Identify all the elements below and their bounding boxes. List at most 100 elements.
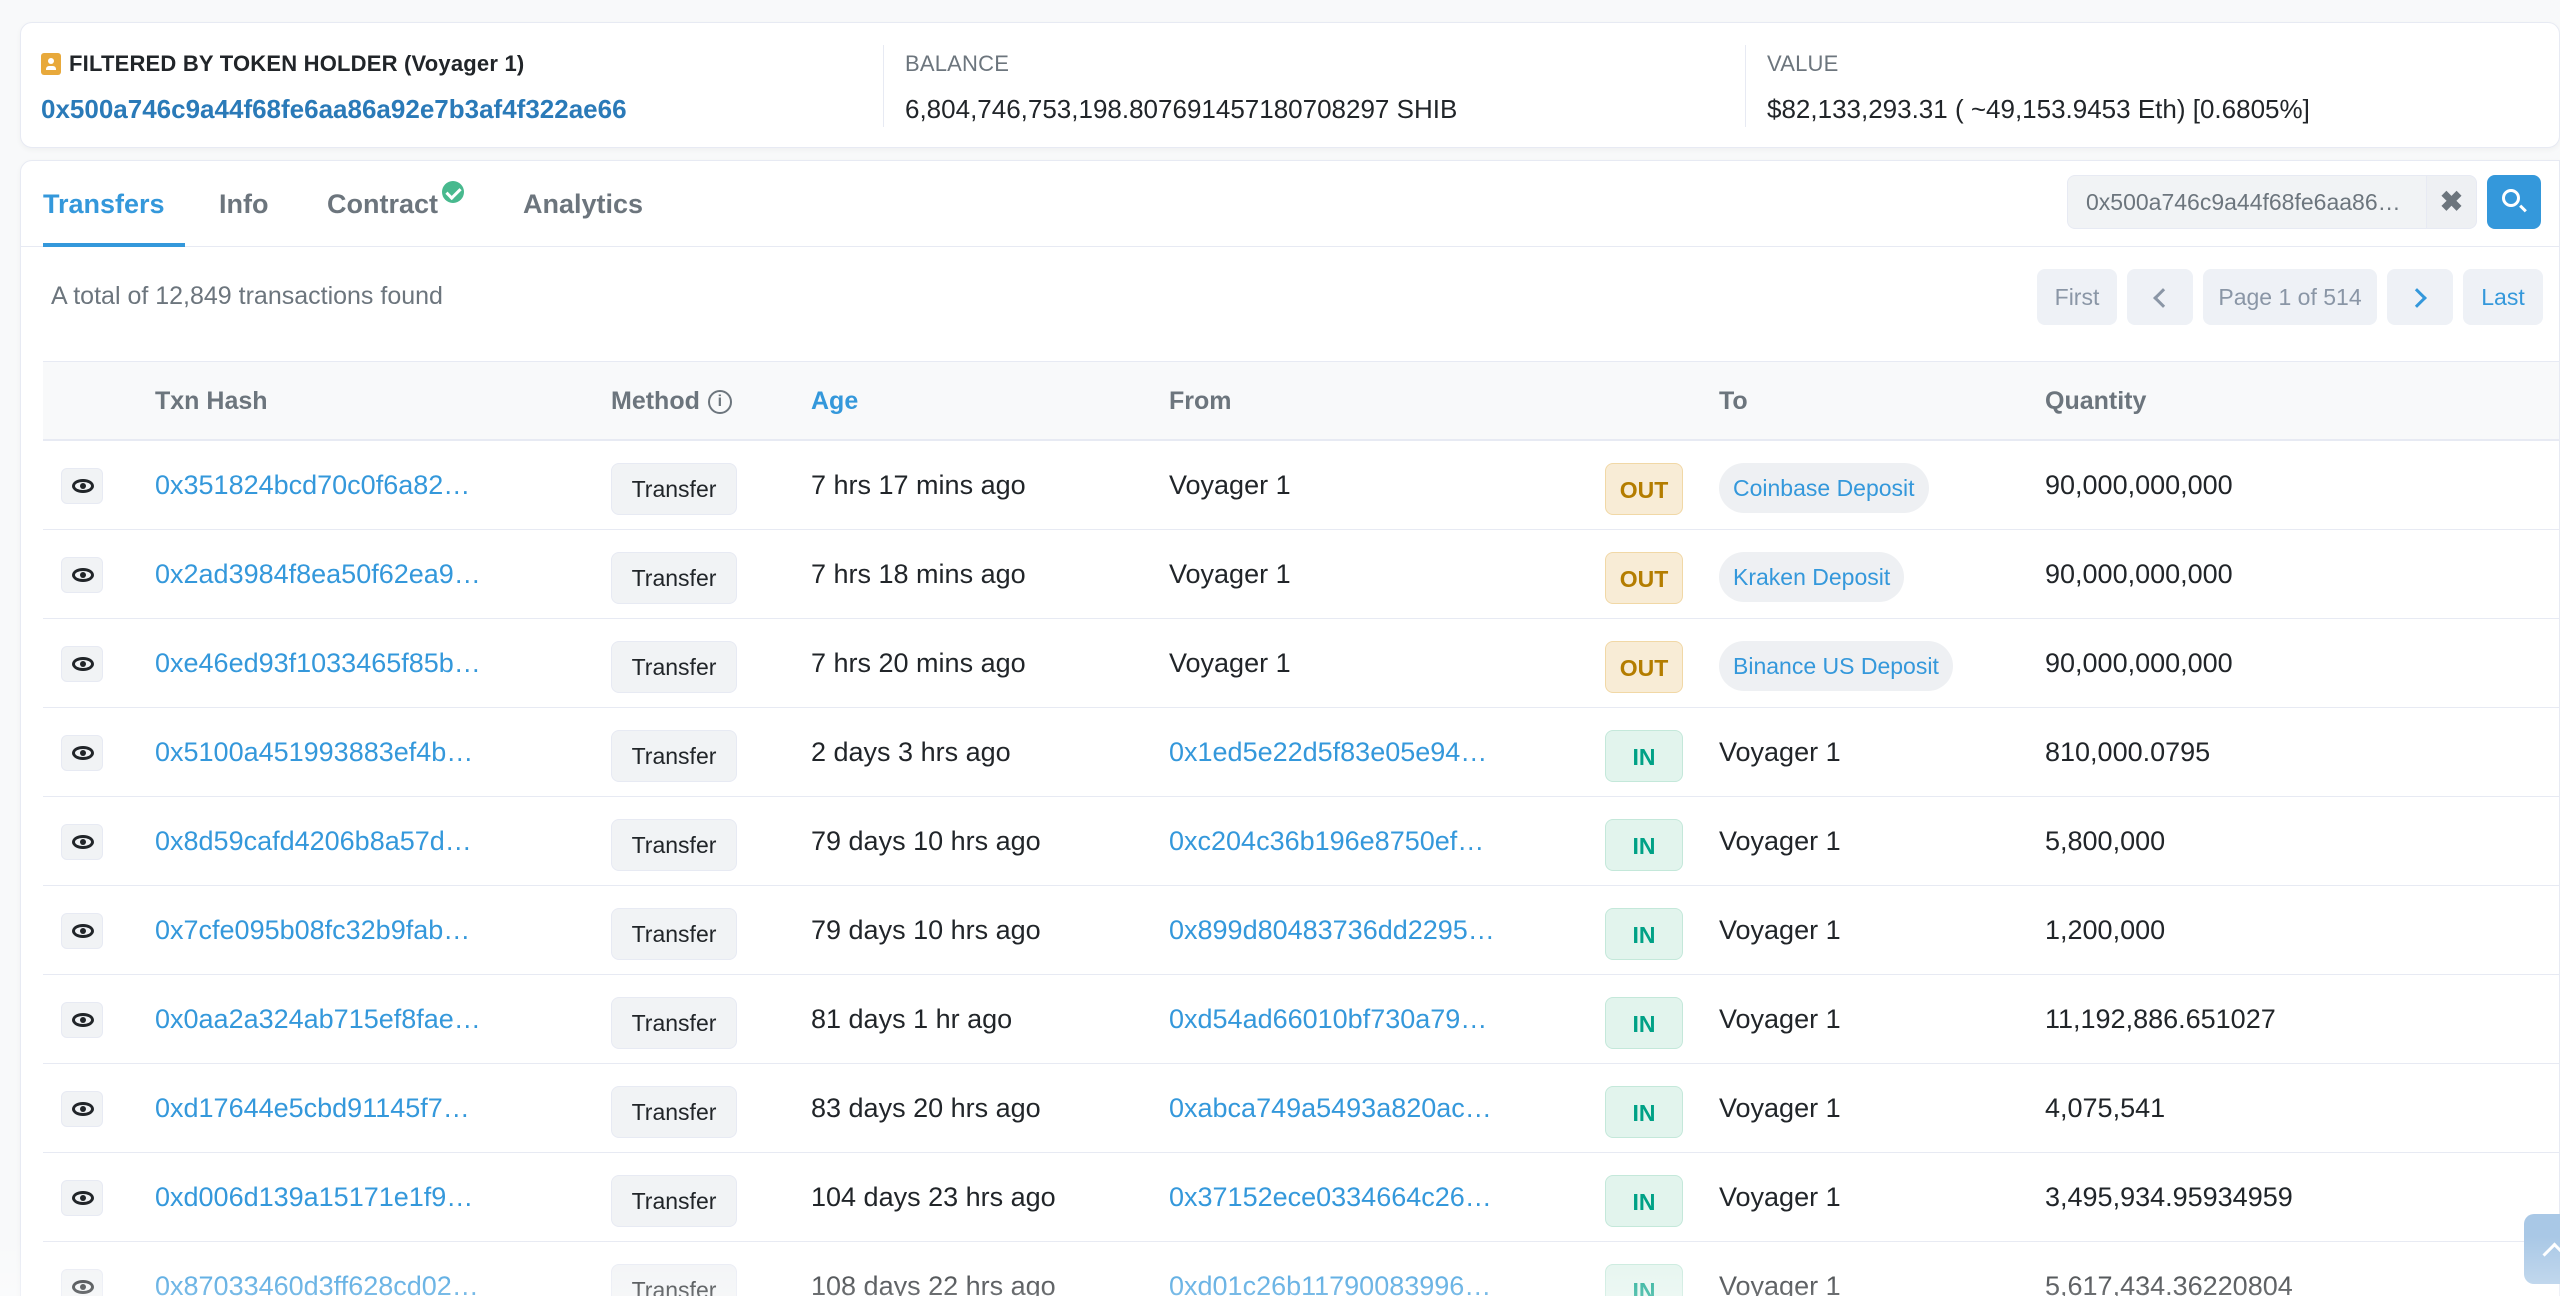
table-row: 0x8d59cafd4206b8a57d… Transfer 79 days 10 … <box>43 797 2559 886</box>
tab-contract[interactable]: Contract <box>327 161 465 247</box>
search-input[interactable]: 0x500a746c9a44f68fe6aa86a… <box>2067 175 2427 229</box>
chevron-right-icon <box>2407 288 2427 308</box>
to-cell: Voyager 1 <box>1719 1093 1841 1123</box>
column-to: To <box>1719 387 1748 415</box>
first-page-button[interactable]: First <box>2037 269 2117 325</box>
view-details-button[interactable] <box>61 824 103 860</box>
to-cell: Voyager 1 <box>1719 1004 1841 1034</box>
from-address-link[interactable]: 0x1ed5e22d5f83e05e94… <box>1169 708 1487 796</box>
from-address-link[interactable]: 0xabca749a5493a820ac… <box>1169 1064 1492 1152</box>
tab-bar: Transfers Info Contract Analytics 0x500a… <box>21 161 2559 247</box>
search-button[interactable] <box>2487 175 2541 229</box>
quantity-cell: 90,000,000,000 <box>2045 470 2233 500</box>
view-details-button[interactable] <box>61 468 103 504</box>
quantity-cell: 1,200,000 <box>2045 915 2166 945</box>
check-circle-icon <box>442 181 465 203</box>
txn-hash-link[interactable]: 0x2ad3984f8ea50f62ea9… <box>155 530 481 618</box>
tab-analytics[interactable]: Analytics <box>523 161 643 247</box>
view-details-button[interactable] <box>61 1091 103 1127</box>
view-details-button[interactable] <box>61 1002 103 1038</box>
column-txn-hash: Txn Hash <box>155 387 268 415</box>
to-cell: Voyager 1 <box>1719 1271 1841 1296</box>
view-details-button[interactable] <box>61 1269 103 1296</box>
holder-address-link[interactable]: 0x500a746c9a44f68fe6aa86a92e7b3af4f322ae… <box>41 89 861 129</box>
eye-icon <box>72 835 94 849</box>
column-method-label: Method <box>611 387 700 415</box>
next-page-button[interactable] <box>2387 269 2453 325</box>
age-cell: 79 days 10 hrs ago <box>811 915 1041 945</box>
direction-badge: OUT <box>1605 463 1683 515</box>
from-address-link[interactable]: 0xd01c26b11790083996… <box>1169 1242 1491 1296</box>
to-address-pill[interactable]: Binance US Deposit <box>1719 641 1953 691</box>
method-badge: Transfer <box>611 463 737 515</box>
view-details-button[interactable] <box>61 913 103 949</box>
from-cell: Voyager 1 <box>1169 648 1291 678</box>
txn-hash-link[interactable]: 0x5100a451993883ef4b… <box>155 708 473 796</box>
direction-badge: OUT <box>1605 641 1683 693</box>
balance-column: BALANCE 6,804,746,753,198.80769145718070… <box>905 49 1725 129</box>
view-details-button[interactable] <box>61 557 103 593</box>
last-page-button[interactable]: Last <box>2463 269 2543 325</box>
view-details-button[interactable] <box>61 646 103 682</box>
txn-hash-link[interactable]: 0x0aa2a324ab715ef8fae… <box>155 975 481 1063</box>
age-cell: 108 days 22 hrs ago <box>811 1271 1056 1296</box>
view-details-button[interactable] <box>61 735 103 771</box>
txn-hash-link[interactable]: 0x351824bcd70c0f6a82… <box>155 441 470 529</box>
previous-page-button[interactable] <box>2127 269 2193 325</box>
to-address-pill[interactable]: Kraken Deposit <box>1719 552 1905 602</box>
txn-hash-link[interactable]: 0x87033460d3ff628cd02… <box>155 1242 479 1296</box>
txn-hash-link[interactable]: 0xd17644e5cbd91145f7… <box>155 1064 470 1152</box>
method-badge: Transfer <box>611 730 737 782</box>
txn-hash-link[interactable]: 0x8d59cafd4206b8a57d… <box>155 797 472 885</box>
from-address-link[interactable]: 0x37152ece0334664c26… <box>1169 1153 1492 1241</box>
age-cell: 79 days 10 hrs ago <box>811 826 1041 856</box>
method-badge: Transfer <box>611 1175 737 1227</box>
clear-search-button[interactable]: ✖ <box>2427 175 2477 229</box>
search-icon <box>2502 189 2520 207</box>
from-address-link[interactable]: 0x899d80483736dd2295… <box>1169 886 1495 974</box>
token-holder-summary: FILTERED BY TOKEN HOLDER (Voyager 1) 0x5… <box>20 22 2560 148</box>
table-row: 0xd17644e5cbd91145f7… Transfer 83 days 20 … <box>43 1064 2559 1153</box>
tab-info[interactable]: Info <box>219 161 268 247</box>
eye-icon <box>72 1191 94 1205</box>
direction-badge: IN <box>1605 1086 1683 1138</box>
direction-badge: OUT <box>1605 552 1683 604</box>
method-badge: Transfer <box>611 641 737 693</box>
eye-icon <box>72 1280 94 1294</box>
age-cell: 2 days 3 hrs ago <box>811 737 1011 767</box>
balance-label: BALANCE <box>905 51 1010 76</box>
age-cell: 7 hrs 17 mins ago <box>811 470 1026 500</box>
scroll-to-top-button[interactable] <box>2524 1214 2560 1284</box>
txn-hash-link[interactable]: 0xe46ed93f1033465f85b… <box>155 619 481 707</box>
filter-column: FILTERED BY TOKEN HOLDER (Voyager 1) 0x5… <box>41 49 861 129</box>
direction-badge: IN <box>1605 908 1683 960</box>
age-cell: 7 hrs 18 mins ago <box>811 559 1026 589</box>
to-cell: Voyager 1 <box>1719 737 1841 767</box>
value-column: VALUE $82,133,293.31 ( ~49,153.9453 Eth)… <box>1767 49 2547 129</box>
to-address-pill[interactable]: Coinbase Deposit <box>1719 463 1929 513</box>
tab-transfers[interactable]: Transfers <box>43 161 185 247</box>
view-details-button[interactable] <box>61 1180 103 1216</box>
txn-hash-link[interactable]: 0x7cfe095b08fc32b9fab… <box>155 886 470 974</box>
from-address-link[interactable]: 0xd54ad66010bf730a79… <box>1169 975 1487 1063</box>
column-age[interactable]: Age <box>811 362 858 440</box>
txn-hash-link[interactable]: 0xd006d139a15171e1f9… <box>155 1153 473 1241</box>
to-cell: Voyager 1 <box>1719 915 1841 945</box>
info-icon[interactable]: i <box>707 390 732 415</box>
method-badge: Transfer <box>611 908 737 960</box>
from-address-link[interactable]: 0xc204c36b196e8750ef… <box>1169 797 1484 885</box>
chevron-left-icon <box>2153 288 2173 308</box>
method-badge: Transfer <box>611 1264 737 1296</box>
method-badge: Transfer <box>611 552 737 604</box>
direction-badge: IN <box>1605 1264 1683 1296</box>
direction-badge: IN <box>1605 1175 1683 1227</box>
age-cell: 7 hrs 20 mins ago <box>811 648 1026 678</box>
from-cell: Voyager 1 <box>1169 470 1291 500</box>
divider <box>883 45 884 127</box>
page-indicator: Page 1 of 514 <box>2203 269 2377 325</box>
to-cell: Voyager 1 <box>1719 826 1841 856</box>
quantity-cell: 3,495,934.95934959 <box>2045 1182 2293 1212</box>
from-cell: Voyager 1 <box>1169 559 1291 589</box>
table-row: 0x2ad3984f8ea50f62ea9… Transfer 7 hrs 18 m… <box>43 530 2559 619</box>
method-badge: Transfer <box>611 1086 737 1138</box>
